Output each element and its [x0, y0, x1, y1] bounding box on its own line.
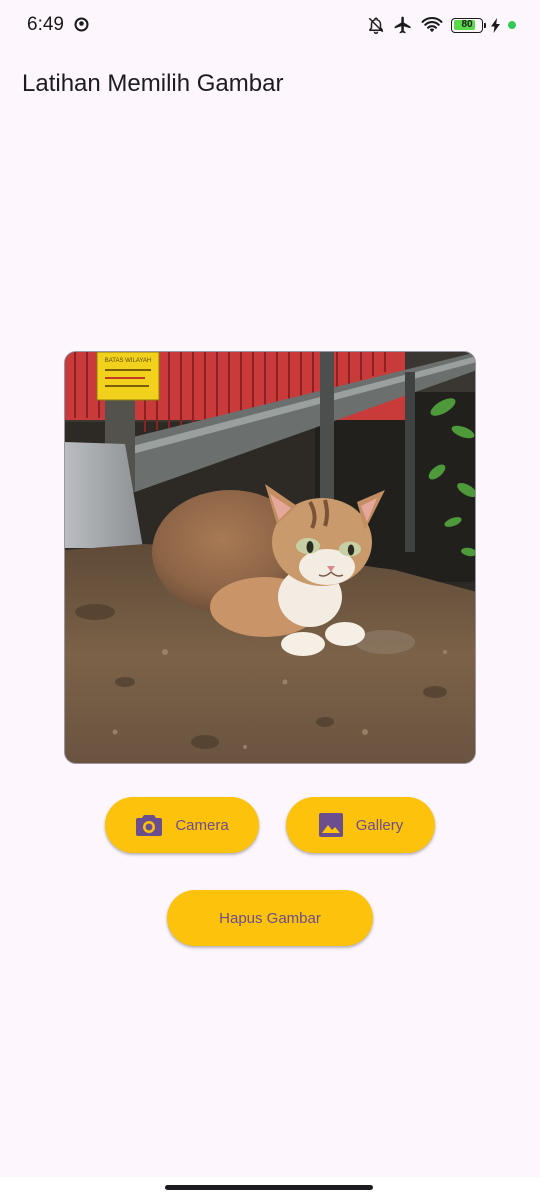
charging-bolt-icon: [491, 17, 500, 33]
image-icon: [318, 812, 344, 838]
page-title: Latihan Memilih Gambar: [22, 70, 284, 97]
status-time: 6:49: [27, 14, 64, 35]
image-preview: BATAS WILAYAH: [64, 351, 476, 764]
sign-text: BATAS WILAYAH: [105, 358, 152, 364]
status-bar: 6:49 80: [0, 0, 540, 52]
camera-button-label: Camera: [175, 816, 229, 834]
clear-image-button[interactable]: Hapus Gambar: [167, 890, 373, 946]
camera-button[interactable]: Camera: [105, 797, 259, 853]
clear-image-button-label: Hapus Gambar: [219, 909, 321, 927]
gallery-button[interactable]: Gallery: [286, 797, 435, 853]
battery-icon: 80: [451, 17, 486, 33]
cat-photo: BATAS WILAYAH: [65, 352, 475, 763]
camera-icon: [135, 813, 163, 837]
battery-level: 80: [461, 19, 473, 30]
bell-off-icon: [367, 16, 385, 34]
status-dot-icon: [508, 21, 516, 29]
gesture-handle[interactable]: [165, 1185, 373, 1190]
airplane-icon: [393, 15, 413, 35]
wifi-icon: [421, 16, 443, 34]
gallery-button-label: Gallery: [355, 816, 404, 834]
status-icons: 80: [367, 14, 516, 36]
sync-circle-icon: [74, 17, 89, 32]
